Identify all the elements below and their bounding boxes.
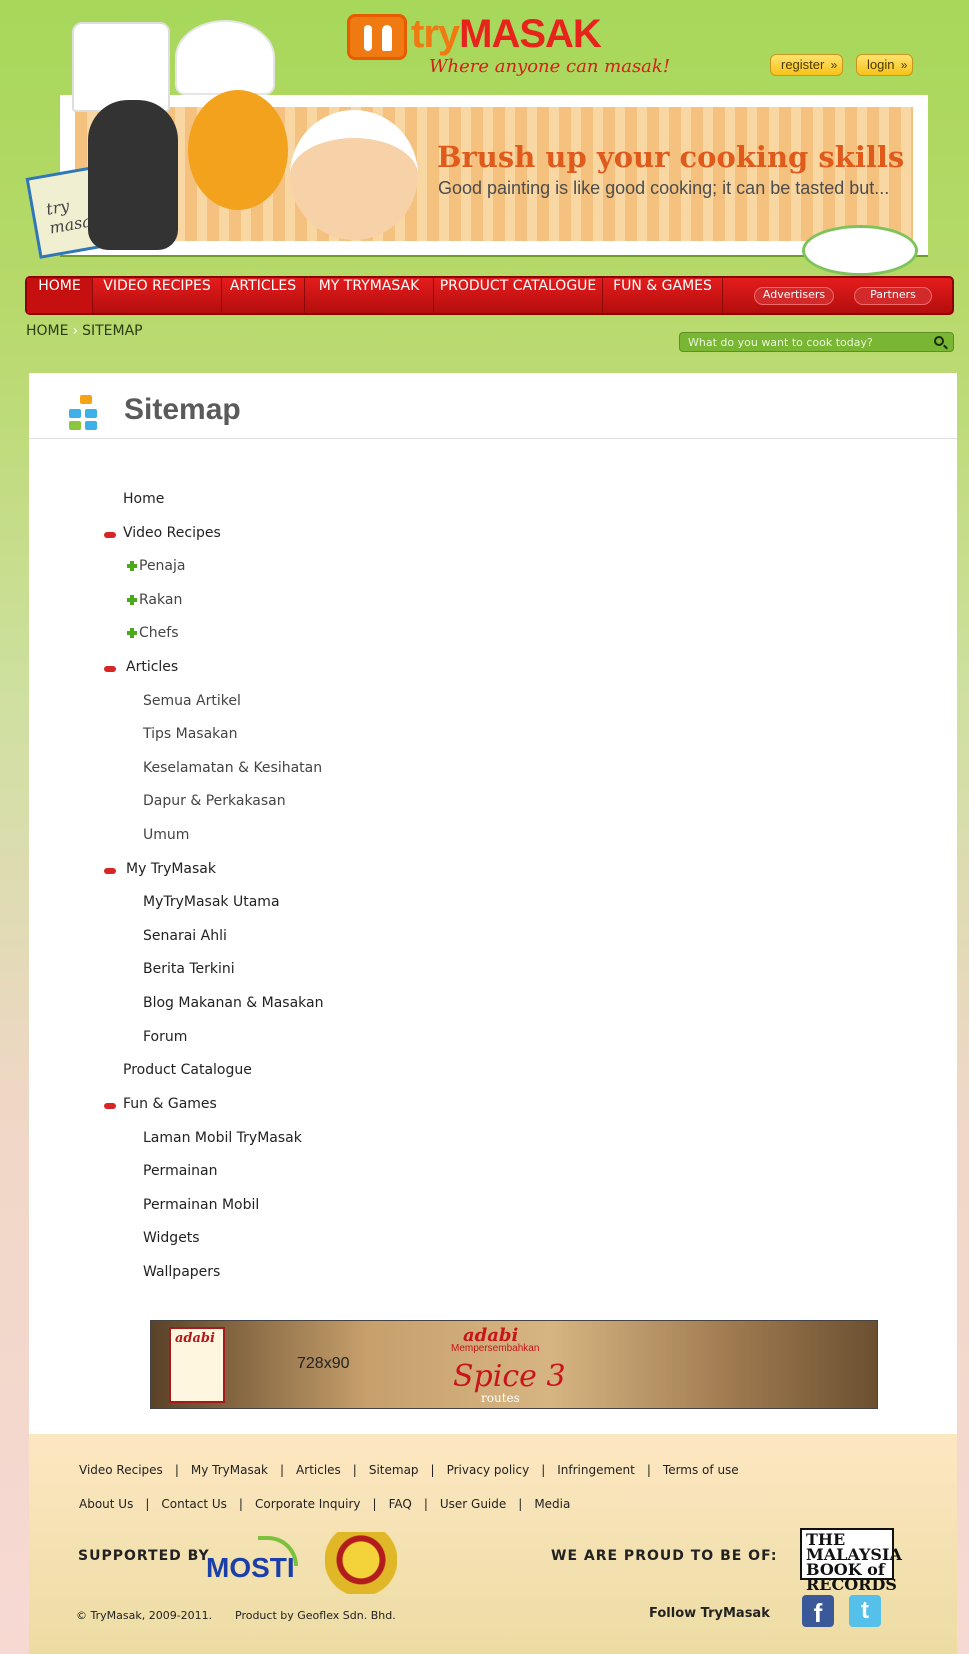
sitemap-link-rakan[interactable]: Rakan — [139, 592, 182, 608]
footer-link-about-us[interactable]: About Us — [79, 1497, 133, 1511]
footer-link-infringement[interactable]: Infringement — [557, 1463, 635, 1477]
search-box — [679, 332, 954, 352]
expand-icon[interactable] — [127, 628, 137, 638]
ad-brand-logo: adabi — [169, 1327, 225, 1403]
sitemap-link-forum[interactable]: Forum — [143, 1029, 187, 1045]
site-logo[interactable]: tryMASAK Where anyone can masak! — [347, 12, 670, 80]
pan-chef-illustration — [188, 90, 288, 210]
banner-title: Brush up your cooking skills — [437, 140, 905, 174]
footer-link-my-trymasak[interactable]: My TryMasak — [191, 1463, 268, 1477]
breadcrumb-home[interactable]: HOME — [26, 323, 68, 339]
footer-link-media[interactable]: Media — [534, 1497, 570, 1511]
search-icon[interactable] — [934, 336, 944, 346]
sitemap-link-articles[interactable]: Articles — [126, 659, 178, 675]
logo-icon — [347, 14, 407, 60]
footer-link-user-guide[interactable]: User Guide — [440, 1497, 506, 1511]
sitemap-link-penaja[interactable]: Penaja — [139, 558, 185, 574]
sitemap-link-umum[interactable]: Umum — [143, 827, 189, 843]
content-card: Sitemap Home Video Recipes Penaja Rakan … — [29, 373, 957, 1654]
nav-advertisers[interactable]: Advertisers — [754, 287, 834, 305]
sitemap-link-my-trymasak[interactable]: My TryMasak — [126, 861, 216, 877]
sitemap-link-chefs[interactable]: Chefs — [139, 625, 178, 641]
twitter-icon[interactable]: t — [849, 1595, 881, 1627]
footer-link-contact-us[interactable]: Contact Us — [161, 1497, 227, 1511]
sitemap-link-permainan-mobil[interactable]: Permainan Mobil — [143, 1197, 259, 1213]
supported-by-label: SUPPORTED BY — [78, 1548, 210, 1564]
nav-fun-games[interactable]: FUN & GAMES — [603, 278, 723, 313]
chef-hat-illustration — [72, 22, 170, 112]
nav-home[interactable]: HOME — [27, 278, 93, 313]
ad-size-label: 728x90 — [297, 1355, 350, 1372]
sitemap-link-fun-games[interactable]: Fun & Games — [123, 1096, 217, 1112]
mosti-logo[interactable]: MOSTI — [206, 1532, 306, 1584]
sitemap-link-senarai-ahli[interactable]: Senarai Ahli — [143, 928, 227, 944]
nav-partners[interactable]: Partners — [854, 287, 932, 305]
nav-articles[interactable]: ARTICLES — [222, 278, 305, 313]
sitemap-link-keselamatan-kesihatan[interactable]: Keselamatan & Kesihatan — [143, 760, 322, 776]
breadcrumb-current: SITEMAP — [82, 323, 143, 339]
sitemap-link-widgets[interactable]: Widgets — [143, 1230, 200, 1246]
register-button[interactable]: register — [770, 54, 844, 76]
ad-routes: routes — [481, 1391, 520, 1405]
nav-my-trymasak[interactable]: MY TRYMASAK — [305, 278, 434, 313]
collapse-icon[interactable] — [104, 1103, 116, 1109]
nav-product-catalogue[interactable]: PRODUCT CATALOGUE — [434, 278, 603, 313]
expand-icon[interactable] — [127, 561, 137, 571]
sitemap-icon — [67, 393, 107, 433]
malaysia-crest-icon — [325, 1532, 397, 1594]
advertisement-banner[interactable]: adabi 728x90 adabi Mempersembahkan Spice… — [150, 1320, 878, 1409]
title-band: Sitemap — [29, 373, 957, 443]
sitemap-link-home[interactable]: Home — [123, 491, 164, 507]
collapse-icon[interactable] — [104, 868, 116, 874]
login-button[interactable]: login — [856, 54, 914, 76]
search-input[interactable] — [688, 334, 923, 350]
girl-chef-illustration — [290, 110, 418, 240]
sitemap-link-video-recipes[interactable]: Video Recipes — [123, 525, 221, 541]
sitemap-link-mytrymasak-utama[interactable]: MyTryMasak Utama — [143, 894, 280, 910]
product-by: Product by Geoflex Sdn. Bhd. — [235, 1609, 396, 1622]
sitemap-link-wallpapers[interactable]: Wallpapers — [143, 1264, 220, 1280]
food-dish-illustration — [805, 228, 915, 273]
footer-link-video-recipes[interactable]: Video Recipes — [79, 1463, 163, 1477]
banner-subtitle: Good painting is like good cooking; it c… — [438, 178, 890, 198]
spatula-chef-illustration — [88, 100, 178, 250]
malaysia-book-of-records-logo[interactable]: THE MALAYSIA BOOK of RECORDS — [800, 1528, 902, 1593]
scalloped-divider — [29, 438, 957, 450]
breadcrumb: HOME › SITEMAP — [26, 323, 143, 339]
footer-link-corporate-inquiry[interactable]: Corporate Inquiry — [255, 1497, 361, 1511]
proud-label: WE ARE PROUD TO BE OF: — [551, 1548, 778, 1564]
sitemap-link-berita-terkini[interactable]: Berita Terkini — [143, 961, 235, 977]
sitemap-link-semua-artikel[interactable]: Semua Artikel — [143, 693, 241, 709]
copyright: © TryMasak, 2009-2011. — [76, 1609, 213, 1622]
ad-subtitle: Mempersembahkan — [451, 1343, 540, 1354]
logo-text: tryMASAK — [411, 12, 602, 56]
footer-link-articles[interactable]: Articles — [296, 1463, 341, 1477]
tagline: Where anyone can masak! — [429, 56, 671, 77]
expand-icon[interactable] — [127, 595, 137, 605]
sitemap-link-laman-mobil[interactable]: Laman Mobil TryMasak — [143, 1130, 302, 1146]
chef-hat-illustration — [175, 20, 275, 95]
collapse-icon[interactable] — [104, 666, 116, 672]
follow-label: Follow TryMasak — [649, 1606, 770, 1621]
footer-links-secondary: About Us | Contact Us | Corporate Inquiry | FA… — [79, 1497, 571, 1511]
hero-banner — [60, 95, 928, 255]
sitemap-link-permainan[interactable]: Permainan — [143, 1163, 218, 1179]
sitemap-link-tips-masakan[interactable]: Tips Masakan — [143, 726, 238, 742]
ad-headline: Spice 3 — [453, 1359, 566, 1394]
facebook-icon[interactable]: f — [802, 1595, 834, 1628]
sitemap-link-dapur-perkakasan[interactable]: Dapur & Perkakasan — [143, 793, 286, 809]
footer-links-primary: Video Recipes | My TryMasak | Articles | Sitem… — [79, 1463, 739, 1477]
footer-link-sitemap[interactable]: Sitemap — [369, 1463, 419, 1477]
footer-link-privacy-policy[interactable]: Privacy policy — [447, 1463, 530, 1477]
sitemap-link-blog[interactable]: Blog Makanan & Masakan — [143, 995, 323, 1011]
collapse-icon[interactable] — [104, 532, 116, 538]
sitemap-link-product-catalogue[interactable]: Product Catalogue — [123, 1062, 252, 1078]
breadcrumb-separator-icon: › — [72, 323, 79, 339]
nav-video-recipes[interactable]: VIDEO RECIPES — [93, 278, 222, 313]
footer-link-terms-of-use[interactable]: Terms of use — [663, 1463, 739, 1477]
footer: Video Recipes | My TryMasak | Articles | Sitem… — [29, 1434, 957, 1654]
page-title: Sitemap — [124, 393, 241, 426]
footer-link-faq[interactable]: FAQ — [389, 1497, 412, 1511]
main-navigation: HOME VIDEO RECIPES ARTICLES MY TRYMASAK … — [25, 276, 954, 315]
